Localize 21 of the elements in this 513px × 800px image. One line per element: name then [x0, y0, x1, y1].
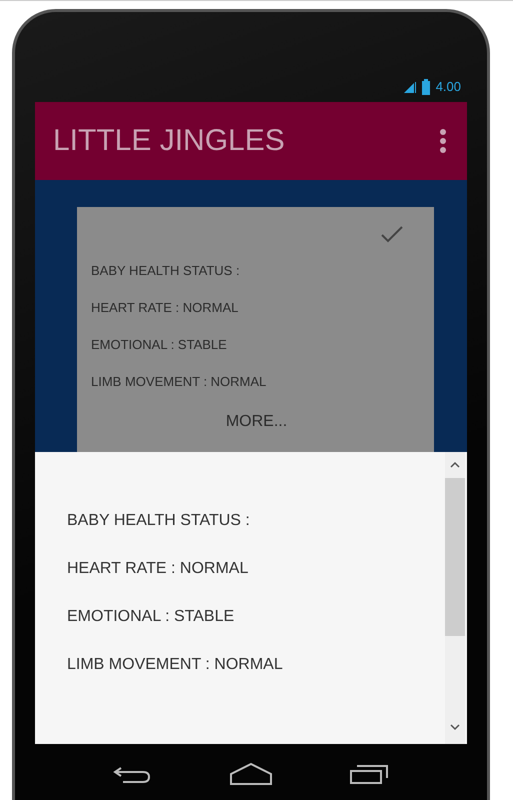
battery-icon: [422, 78, 430, 94]
status-line: HEART RATE : NORMAL: [67, 560, 250, 578]
status-line: BABY HEALTH STATUS :: [67, 512, 251, 530]
status-line: LIMB MOVEMENT : NORMAL: [67, 656, 284, 674]
scroll-down-icon[interactable]: [450, 722, 460, 732]
scroll-thumb[interactable]: [445, 478, 465, 636]
recent-apps-icon[interactable]: [349, 762, 389, 786]
status-line: LIMB MOVEMENT : NORMAL: [91, 374, 268, 389]
overflow-menu-icon[interactable]: [439, 128, 447, 154]
app-title: LITTLE JINGLES: [53, 124, 285, 158]
scroll-up-icon[interactable]: [450, 460, 460, 470]
home-icon[interactable]: [229, 762, 273, 786]
status-line: EMOTIONAL : STABLE: [67, 608, 236, 626]
scrollbar[interactable]: [445, 452, 465, 744]
status-line: HEART RATE : NORMAL: [91, 300, 240, 315]
status-line: EMOTIONAL : STABLE: [91, 337, 228, 352]
more-button[interactable]: MORE...: [226, 413, 288, 431]
status-line: BABY HEALTH STATUS :: [91, 263, 241, 278]
check-icon[interactable]: [380, 225, 404, 243]
signal-icon: [404, 80, 416, 92]
status-time: 4.00: [436, 79, 461, 94]
